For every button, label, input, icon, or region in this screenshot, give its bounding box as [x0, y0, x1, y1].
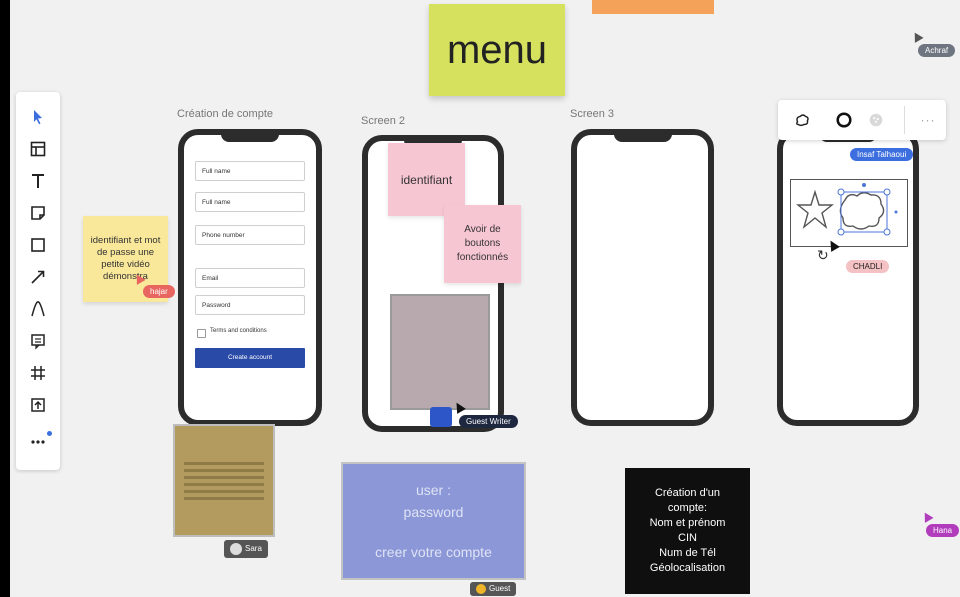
pink-sticky-text-2: Avoir de boutons fonctionnés: [456, 224, 509, 263]
cursor-achraf: Achraf: [918, 44, 956, 57]
templates-icon[interactable]: [16, 134, 60, 164]
frame-label-screen3: Screen 3: [570, 108, 615, 120]
whiteboard-canvas[interactable]: menu Création de compte Screen 2 Screen …: [10, 0, 960, 597]
fullname-field[interactable]: Full name: [195, 161, 305, 181]
menu-sticky-note[interactable]: menu: [429, 4, 565, 96]
cursor-guest-writer: Guest Writer: [459, 415, 518, 428]
frame-icon[interactable]: [16, 358, 60, 388]
black-sticky-line2: compte:: [667, 502, 708, 514]
blue-sticky-note[interactable]: user : password creer votre compte: [341, 462, 526, 580]
black-sticky-line3: Nom et prénom: [649, 517, 726, 529]
left-toolbar: [16, 92, 60, 470]
grey-image-placeholder[interactable]: [390, 294, 490, 410]
comment-icon[interactable]: [16, 326, 60, 356]
select-arrow-icon[interactable]: [16, 102, 60, 132]
fill-color-icon[interactable]: [864, 108, 888, 132]
avatar-sara: Sara: [224, 540, 268, 558]
pen-icon[interactable]: [16, 294, 60, 324]
top-sticky-partial[interactable]: [592, 0, 714, 14]
pink-sticky-buttons[interactable]: Avoir de boutons fonctionnés: [444, 205, 521, 283]
upload-icon[interactable]: [16, 390, 60, 420]
phone-notch: [221, 134, 279, 142]
border-style-icon[interactable]: [832, 108, 856, 132]
cursor-hana: Hana: [926, 524, 960, 537]
blurred-text-line: [184, 482, 264, 486]
cursor-hajar: hajar: [143, 285, 175, 298]
phone-frame-creation[interactable]: Full name Full name Phone number Email P…: [178, 129, 322, 426]
more-options-icon[interactable]: ···: [916, 108, 940, 132]
yellow-sticky-text: identifiant et mot de passe une petite v…: [90, 235, 161, 282]
black-sticky-line4: CIN: [678, 532, 697, 544]
sara-label: Sara: [245, 544, 262, 554]
black-sticky-line6: Géolocalisation: [649, 562, 726, 574]
email-field[interactable]: Email: [195, 268, 305, 288]
rotate-icon[interactable]: ↻: [817, 247, 829, 264]
guest-avatar-icon: [476, 584, 486, 594]
phone-notch: [613, 134, 672, 142]
pink-sticky-text-1: identifiant: [400, 172, 453, 187]
terms-checkbox[interactable]: [197, 329, 206, 338]
black-sticky-line1: Création d'un: [654, 487, 721, 499]
blurred-text-line: [184, 475, 264, 479]
sticky-note-icon[interactable]: [16, 198, 60, 228]
blue-sticky-line1: user :: [415, 482, 451, 498]
blue-sticky-line2: password: [403, 504, 464, 520]
phone-frame-screen4[interactable]: ↻: [777, 129, 919, 426]
star-and-cloud-shapes: [796, 183, 898, 236]
phone-frame-screen3[interactable]: [571, 129, 714, 426]
blurred-text-line: [184, 468, 264, 472]
shape-icon[interactable]: [16, 230, 60, 260]
blurred-text-line: [184, 461, 264, 465]
shape-type-icon[interactable]: [790, 108, 814, 132]
fullname-field-2[interactable]: Full name: [195, 192, 305, 212]
cursor-insaf: Insaf Talhaoui: [850, 148, 914, 161]
shape-group[interactable]: [790, 179, 908, 247]
gold-sticky-note[interactable]: [173, 424, 275, 537]
blurred-text-line: [184, 496, 264, 500]
frame-label-creation: Création de compte: [177, 108, 273, 120]
phone-number-field[interactable]: Phone number: [195, 225, 305, 245]
blue-sticky-line3: creer votre compte: [375, 544, 492, 560]
connector-arrow-icon[interactable]: [16, 262, 60, 292]
blurred-text-line: [184, 489, 264, 493]
guest-writer-avatar: [430, 407, 452, 427]
black-sticky-note[interactable]: Création d'un compte: Nom et prénom CIN …: [625, 468, 750, 594]
create-account-button[interactable]: Create account: [195, 348, 305, 368]
password-field[interactable]: Password: [195, 295, 305, 315]
terms-label: Terms and conditions: [210, 328, 267, 334]
shape-context-toolbar: ···: [778, 100, 946, 140]
hana-cursor-icon: [920, 510, 934, 523]
cursor-chadli: CHADLI: [846, 260, 890, 273]
notification-dot: [47, 431, 52, 436]
frame-label-screen2: Screen 2: [361, 115, 406, 127]
toolbar-divider: [904, 106, 905, 134]
text-icon[interactable]: [16, 166, 60, 196]
guest-label: Guest: [489, 584, 511, 594]
black-sticky-line5: Num de Tél: [659, 547, 716, 559]
sara-avatar-icon: [230, 543, 242, 555]
cursor-guest-bottom: Guest: [470, 582, 517, 596]
more-icon[interactable]: [16, 426, 60, 456]
menu-sticky-text: menu: [446, 27, 548, 72]
achraf-cursor-icon: [910, 30, 924, 43]
